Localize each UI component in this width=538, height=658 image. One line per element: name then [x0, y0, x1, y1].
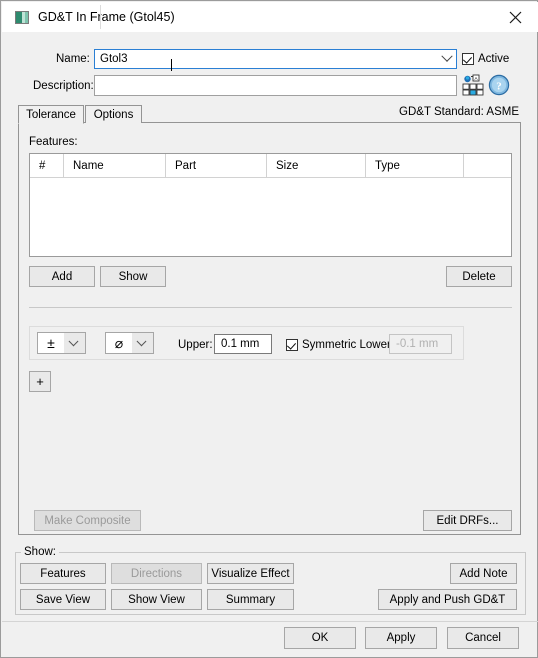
upper-input[interactable]: 0.1 mm [214, 334, 272, 354]
text-caret [171, 59, 172, 71]
column-header-size[interactable]: Size [267, 154, 366, 178]
active-checkbox[interactable]: Active [462, 53, 509, 65]
show-features-button[interactable]: Features [20, 563, 106, 584]
tab-options-label: Options [93, 108, 134, 121]
apply-button[interactable]: Apply [365, 627, 437, 649]
features-table[interactable]: # Name Part Size Type [29, 153, 512, 257]
cancel-button[interactable]: Cancel [447, 627, 519, 649]
lower-input: -0.1 mm [389, 334, 452, 354]
close-icon[interactable] [493, 2, 538, 32]
tab-tolerance-label: Tolerance [26, 108, 76, 121]
plus-minus-icon: ± [38, 333, 64, 353]
ok-button[interactable]: OK [284, 627, 356, 649]
apply-and-push-gdt-button[interactable]: Apply and Push GD&T [378, 589, 517, 610]
chevron-down-icon[interactable] [437, 50, 456, 68]
lower-value: -0.1 mm [396, 338, 439, 350]
upper-label: Upper: [178, 339, 213, 351]
tab-tolerance[interactable]: Tolerance [18, 105, 84, 124]
summary-button[interactable]: Summary [207, 589, 294, 610]
column-header-blank[interactable] [464, 154, 511, 178]
tolerance-shape-dropdown[interactable]: ⌀ [105, 332, 154, 354]
diameter-icon: ⌀ [106, 333, 132, 353]
svg-text:?: ? [496, 81, 502, 93]
gdt-in-frame-dialog: GD&T In Frame (Gtol45) Name: Gtol3 Activ… [0, 0, 538, 658]
column-header-name[interactable]: Name [64, 154, 166, 178]
delete-button[interactable]: Delete [446, 266, 512, 287]
show-button[interactable]: Show [100, 266, 166, 287]
add-note-button[interactable]: Add Note [450, 563, 517, 584]
show-directions-button[interactable]: Directions [111, 563, 202, 584]
save-view-button[interactable]: Save View [20, 589, 106, 610]
add-tolerance-row-button[interactable]: + [29, 371, 51, 392]
description-label: Description: [33, 80, 94, 92]
symmetric-lower-label: Symmetric Lower: [302, 339, 395, 351]
column-header-number[interactable]: # [30, 154, 64, 178]
make-composite-button[interactable]: Make Composite [34, 510, 141, 531]
name-value: Gtol3 [100, 53, 128, 65]
upper-value: 0.1 mm [221, 338, 260, 350]
name-label: Name: [56, 53, 90, 65]
active-checkbox-label: Active [478, 53, 510, 65]
gdt-symbol-palette-icon[interactable]: A [462, 74, 484, 96]
symmetric-lower-checkbox-box [286, 339, 298, 351]
name-combobox[interactable]: Gtol3 [94, 49, 457, 71]
column-header-type[interactable]: Type [366, 154, 464, 178]
add-button[interactable]: Add [29, 266, 95, 287]
visualize-effect-button[interactable]: Visualize Effect [207, 563, 294, 584]
description-input[interactable] [94, 75, 457, 96]
features-table-header: # Name Part Size Type [30, 154, 511, 178]
chevron-down-icon[interactable] [64, 333, 83, 353]
footer-divider [2, 621, 538, 622]
show-view-button[interactable]: Show View [111, 589, 202, 610]
features-label: Features: [29, 136, 78, 148]
tab-strip: Tolerance Options [18, 105, 521, 124]
section-divider [29, 307, 512, 308]
chevron-down-icon[interactable] [132, 333, 151, 353]
tab-options[interactable]: Options [85, 105, 142, 123]
active-checkbox-box [462, 53, 474, 65]
help-icon[interactable]: ? [488, 74, 510, 96]
show-group-label: Show: [21, 546, 59, 558]
tolerance-type-dropdown[interactable]: ± [37, 332, 86, 354]
tolerance-modifier-group [29, 5, 101, 29]
show-group-border-right [57, 552, 526, 553]
symmetric-lower-checkbox[interactable]: Symmetric Lower: [286, 339, 394, 351]
application-icon [15, 11, 29, 24]
edit-drfs-button[interactable]: Edit DRFs... [423, 510, 512, 531]
column-header-part[interactable]: Part [166, 154, 267, 178]
